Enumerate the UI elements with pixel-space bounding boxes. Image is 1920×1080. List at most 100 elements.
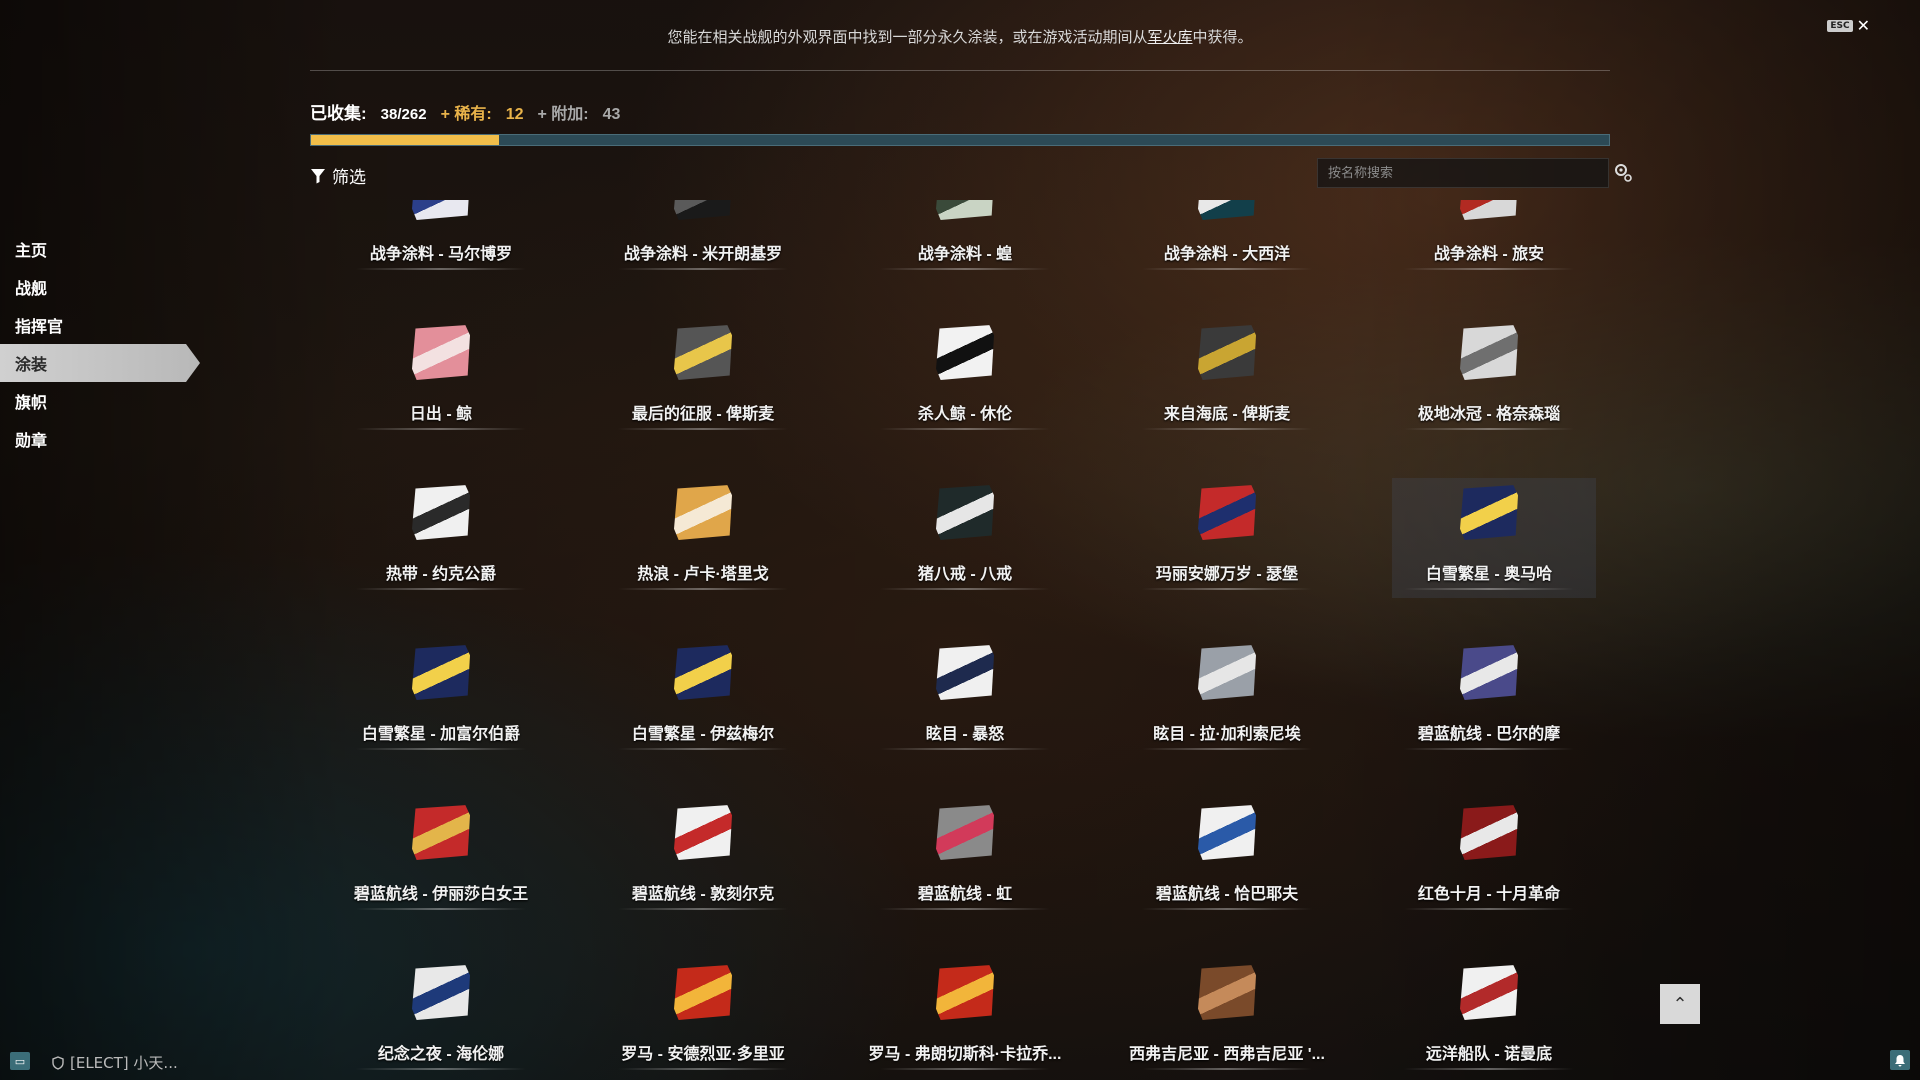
camo-name: 来自海底 - 俾斯麦 (1163, 406, 1291, 423)
camo-tile[interactable]: 红色十月 - 十月革命 (1358, 780, 1620, 940)
camo-name-underline (880, 1068, 1050, 1070)
dazzle-stripe-icon (936, 645, 994, 700)
extra-value: 43 (602, 106, 621, 123)
camo-tile[interactable]: 猪八戒 - 八戒 (834, 460, 1096, 620)
armory-link[interactable]: 军火库 (1147, 28, 1192, 46)
camo-tile[interactable]: 碧蓝航线 - 恰巴耶夫 (1096, 780, 1358, 940)
camo-name: 眩目 - 拉·加利索尼埃 (1153, 726, 1301, 743)
camo-name-underline (880, 268, 1050, 270)
gear-icon[interactable] (1613, 162, 1633, 184)
camo-tile[interactable]: 纪念之夜 - 海伦娜 (310, 940, 572, 1080)
camo-tile[interactable]: 战争涂料 - 大西洋 (1096, 200, 1358, 300)
camo-tile[interactable]: 热浪 - 卢卡·塔里戈 (572, 460, 834, 620)
eagle-night-icon (412, 965, 470, 1020)
camo-name: 玛丽安娜万岁 - 瑟堡 (1155, 566, 1299, 583)
camo-tile[interactable]: 碧蓝航线 - 虹 (834, 780, 1096, 940)
filter-button[interactable]: 筛选 (310, 163, 366, 188)
camo-tile[interactable]: 远洋船队 - 诺曼底 (1358, 940, 1620, 1080)
camo-tile[interactable]: 碧蓝航线 - 敦刻尔克 (572, 780, 834, 940)
sidebar-item-label: 主页 (15, 243, 48, 260)
sidebar-item-5[interactable]: 勋章 (0, 420, 210, 458)
camo-name: 碧蓝航线 - 虹 (917, 886, 1013, 903)
camo-tile[interactable]: 战争涂料 - 马尔博罗 (310, 200, 572, 300)
camo-name-underline (880, 748, 1050, 750)
camo-name: 西弗吉尼亚 - 西弗吉尼亚 '... (1129, 1046, 1325, 1063)
clan-tag[interactable]: [ELECT] 小天... (52, 1052, 178, 1073)
sidebar-item-label: 战舰 (15, 281, 48, 298)
camo-tile[interactable]: 玛丽安娜万岁 - 瑟堡 (1096, 460, 1358, 620)
camo-name: 战争涂料 - 旅安 (1433, 246, 1545, 263)
camo-tile[interactable]: 白雪繁星 - 奥马哈 (1358, 460, 1620, 620)
camo-tile[interactable]: 热带 - 约克公爵 (310, 460, 572, 620)
camo-name: 热带 - 约克公爵 (385, 566, 497, 583)
stone-pattern-icon (936, 200, 994, 220)
cross-flag-icon (674, 805, 732, 860)
collected-label: 已收集: (310, 104, 367, 123)
camo-tile[interactable]: 碧蓝航线 - 巴尔的摩 (1358, 620, 1620, 780)
camo-tile[interactable]: 战争涂料 - 米开朗基罗 (572, 200, 834, 300)
camo-tile[interactable]: 罗马 - 弗朗切斯科·卡拉乔... (834, 940, 1096, 1080)
camo-tile[interactable]: 白雪繁星 - 加富尔伯爵 (310, 620, 572, 780)
starry-night-icon (1460, 485, 1518, 540)
camo-name-underline (1142, 428, 1312, 430)
filter-icon (311, 168, 325, 183)
camo-name-underline (1404, 908, 1574, 910)
sidebar-item-4[interactable]: 旗帜 (0, 382, 210, 420)
golden-rust-icon (1198, 325, 1256, 380)
camo-name-underline (1404, 588, 1574, 590)
sidebar-item-2[interactable]: 指挥官 (0, 306, 210, 344)
chat-icon[interactable]: ▭ (10, 1052, 30, 1070)
camo-name-underline (618, 748, 788, 750)
royal-crest-icon (412, 805, 470, 860)
close-icon[interactable]: ✕ (1857, 18, 1870, 34)
pink-blossom-icon (412, 325, 470, 380)
red-october-icon (1460, 805, 1518, 860)
close-button[interactable]: ESC ✕ (1827, 18, 1870, 34)
sidebar-item-3[interactable]: 涂装 (0, 344, 200, 382)
camo-name: 战争涂料 - 米开朗基罗 (623, 246, 783, 263)
camo-tile[interactable]: 碧蓝航线 - 伊丽莎白女王 (310, 780, 572, 940)
roman-sun-icon (936, 965, 994, 1020)
starry-night-icon (674, 645, 732, 700)
camo-tile[interactable]: 罗马 - 安德烈亚·多里亚 (572, 940, 834, 1080)
scroll-to-top-button[interactable]: ⌃ (1660, 984, 1700, 1024)
sidebar-item-1[interactable]: 战舰 (0, 268, 210, 306)
camo-name-underline (880, 428, 1050, 430)
collected-value: 38/262 (380, 106, 427, 123)
camo-name-underline (618, 428, 788, 430)
camo-name: 纪念之夜 - 海伦娜 (377, 1046, 505, 1063)
camo-name: 远洋船队 - 诺曼底 (1425, 1046, 1553, 1063)
sidebar-item-label: 涂装 (15, 357, 48, 374)
red-stripe-icon (1460, 200, 1518, 220)
camo-tile[interactable]: 杀人鲸 - 休伦 (834, 300, 1096, 460)
camo-name: 碧蓝航线 - 巴尔的摩 (1417, 726, 1561, 743)
starry-night-icon (412, 645, 470, 700)
roman-sun-icon (674, 965, 732, 1020)
camo-tile[interactable]: 战争涂料 - 旅安 (1358, 200, 1620, 300)
camo-name: 战争涂料 - 马尔博罗 (369, 246, 513, 263)
camo-name: 罗马 - 弗朗切斯科·卡拉乔... (868, 1046, 1062, 1063)
camo-tile[interactable]: 眩目 - 拉·加利索尼埃 (1096, 620, 1358, 780)
camo-name-underline (1404, 428, 1574, 430)
camo-tile[interactable]: 极地冰冠 - 格奈森瑙 (1358, 300, 1620, 460)
camo-name-underline (1404, 748, 1574, 750)
dazzle-band-icon (1198, 645, 1256, 700)
camo-tile[interactable]: 战争涂料 - 蝗 (834, 200, 1096, 300)
camo-tile[interactable]: 眩目 - 暴怒 (834, 620, 1096, 780)
camo-tile[interactable]: 来自海底 - 俾斯麦 (1096, 300, 1358, 460)
camo-name-underline (356, 1068, 526, 1070)
camo-tile[interactable]: 最后的征服 - 俾斯麦 (572, 300, 834, 460)
ice-peak-icon (1460, 325, 1518, 380)
fleet-stripe-icon (1460, 965, 1518, 1020)
camo-tile[interactable]: 白雪繁星 - 伊兹梅尔 (572, 620, 834, 780)
notification-bell-icon[interactable] (1890, 1050, 1910, 1070)
search-input[interactable] (1317, 158, 1609, 188)
camo-name: 白雪繁星 - 加富尔伯爵 (361, 726, 521, 743)
dragon-cloud-icon (936, 485, 994, 540)
camo-name: 最后的征服 - 俾斯麦 (631, 406, 775, 423)
collection-progress-bar (310, 134, 1610, 146)
camo-tile[interactable]: 日出 - 鲸 (310, 300, 572, 460)
camo-name-underline (356, 268, 526, 270)
sidebar-item-0[interactable]: 主页 (0, 230, 210, 268)
camo-tile[interactable]: 西弗吉尼亚 - 西弗吉尼亚 '... (1096, 940, 1358, 1080)
